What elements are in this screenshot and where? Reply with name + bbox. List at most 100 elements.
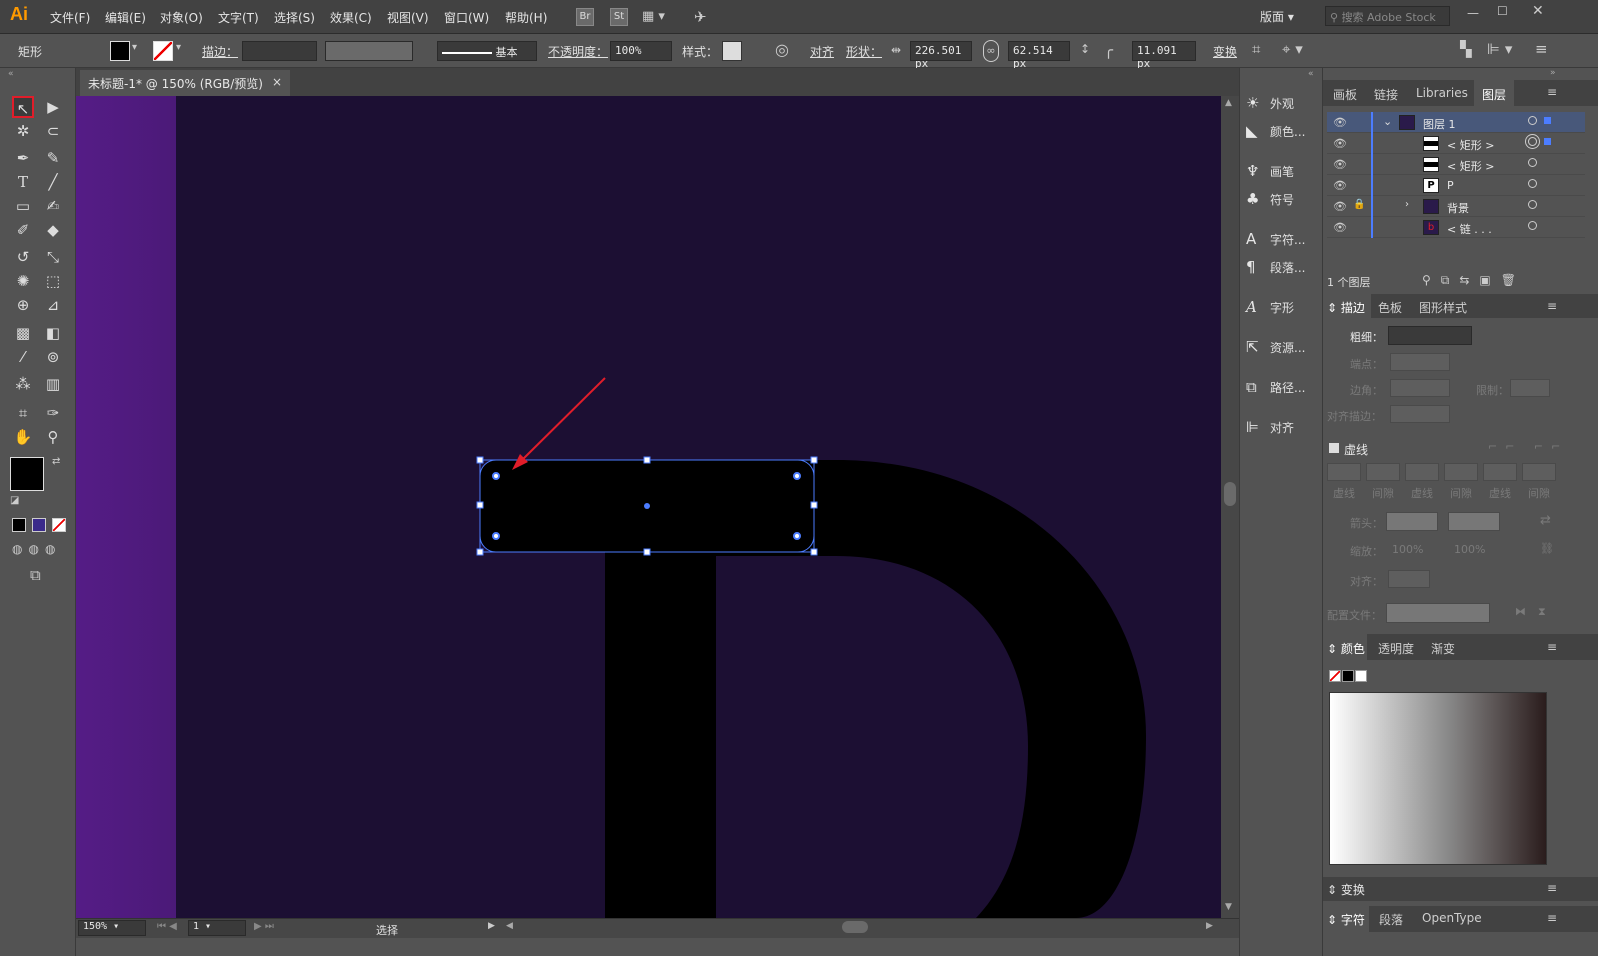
column-graph-tool-icon[interactable]: ▥ — [42, 373, 64, 395]
menu-object[interactable]: 对象(O) — [160, 9, 203, 26]
align-link[interactable]: 对齐 — [810, 43, 834, 60]
document-tab[interactable]: 未标题-1* @ 150% (RGB/预览) × — [80, 70, 290, 96]
shaper-tool-icon[interactable]: ✐ — [12, 219, 34, 241]
horizontal-scroll-thumb[interactable] — [842, 921, 868, 933]
scroll-up-icon[interactable]: ▲ — [1225, 98, 1232, 108]
visibility-eye-icon[interactable]: 👁 — [1333, 179, 1347, 192]
layers-menu-icon[interactable]: ≡ — [1547, 85, 1557, 99]
layer-row-6[interactable]: 👁 b < 链 . . . — [1327, 217, 1585, 238]
link-scale-icon[interactable]: ⛓ — [1540, 542, 1554, 555]
slice-tool-icon[interactable]: ✑ — [42, 402, 64, 424]
tab-layers[interactable]: 图层 — [1482, 86, 1506, 103]
color-spectrum[interactable] — [1329, 692, 1547, 865]
start-arrowhead-select[interactable] — [1386, 512, 1438, 531]
tab-transform[interactable]: ⇕ 变换 — [1327, 881, 1365, 898]
close-window-button[interactable]: ✕ — [1532, 3, 1544, 19]
gpu-performance-icon[interactable]: ✈ — [694, 8, 707, 26]
width-input[interactable]: 226.501 px — [910, 41, 972, 70]
dash-input-1[interactable] — [1327, 463, 1361, 481]
align-arrow-buttons[interactable] — [1388, 570, 1430, 588]
free-transform-tool-icon[interactable]: ⬚ — [42, 270, 64, 292]
isolate-icon[interactable]: ⌗ — [1252, 40, 1260, 58]
rectangle-tool-icon[interactable]: ▭ — [12, 195, 34, 217]
shape-link[interactable]: 形状： — [846, 43, 882, 60]
tab-libraries[interactable]: Libraries — [1416, 86, 1468, 100]
menu-select[interactable]: 选择(S) — [274, 9, 315, 26]
corner-radius-input[interactable]: 11.091 px — [1132, 41, 1196, 70]
opacity-input[interactable]: 100% — [610, 41, 672, 61]
stroke-label[interactable]: 描边： — [202, 43, 238, 60]
target-circle-icon[interactable] — [1528, 116, 1537, 125]
pathfinder-panel-button[interactable]: ⧉ 路径... — [1246, 378, 1305, 396]
recolor-artwork-icon[interactable]: ◎ — [775, 40, 789, 59]
line-tool-icon[interactable]: ╱ — [42, 171, 64, 193]
tab-gradient[interactable]: 渐变 — [1431, 640, 1455, 657]
symbols-panel-button[interactable]: ♣ 符号 — [1246, 190, 1294, 208]
close-tab-icon[interactable]: × — [272, 75, 282, 89]
default-colors-icon[interactable]: ◪ — [10, 495, 19, 506]
expand-chevron-icon[interactable]: ⌄ — [1383, 115, 1392, 128]
stroke-dropdown-icon[interactable]: ▾ — [176, 42, 181, 53]
selection-square-icon[interactable] — [1544, 117, 1551, 124]
paintbrush-tool-icon[interactable]: ✍ — [42, 195, 64, 217]
tab-stroke[interactable]: ⇕ 描边 — [1327, 299, 1365, 316]
mesh-tool-icon[interactable]: ▩ — [12, 322, 34, 344]
collapse-dock-icon[interactable]: « — [1308, 69, 1314, 79]
scale-tool-icon[interactable]: ⤡ — [42, 246, 64, 268]
assets-panel-button[interactable]: ⇱ 资源... — [1246, 338, 1305, 356]
object-name[interactable]: 背景 — [1447, 200, 1469, 216]
none-swatch[interactable] — [1329, 670, 1341, 682]
artboard-nav-next-icon[interactable]: ▶ ⏭ — [254, 921, 274, 932]
object-name[interactable]: P — [1447, 179, 1454, 192]
swap-colors-icon[interactable]: ⇄ — [52, 456, 60, 467]
workspace-switcher[interactable]: 版面 ▾ — [1260, 8, 1294, 25]
direct-selection-tool-icon[interactable]: ▶ — [42, 96, 64, 118]
artboard-tool-icon[interactable]: ⌗ — [12, 402, 34, 424]
brush-definition[interactable]: 基本 — [437, 41, 537, 61]
target-circle-icon[interactable] — [1528, 221, 1537, 230]
gap-input-1[interactable] — [1366, 463, 1400, 481]
target-circle-icon[interactable] — [1528, 200, 1537, 209]
rotate-tool-icon[interactable]: ↺ — [12, 246, 34, 268]
type-tool-icon[interactable]: T — [12, 171, 34, 193]
constrain-proportions-icon[interactable]: ∞ — [983, 40, 999, 62]
start-scale-value[interactable]: 100% — [1392, 543, 1423, 556]
menu-type[interactable]: 文字(T) — [218, 9, 259, 26]
collapse-right-dock-icon[interactable]: » — [1550, 68, 1556, 78]
visibility-eye-icon[interactable]: 👁 — [1333, 116, 1347, 129]
artboard-nav-prev-icon[interactable]: ⏮ ◀ — [157, 921, 177, 932]
layers-footer-icons[interactable]: ⚲⧉⇆▣🗑 — [1422, 273, 1526, 288]
object-name[interactable]: < 矩形 > — [1447, 137, 1494, 153]
corner-buttons[interactable] — [1390, 379, 1450, 397]
visibility-eye-icon[interactable]: 👁 — [1333, 137, 1347, 150]
selection-tool-icon[interactable]: ↖ — [12, 96, 34, 118]
cap-buttons[interactable] — [1390, 353, 1450, 371]
gap-input-3[interactable] — [1522, 463, 1556, 481]
blend-tool-icon[interactable]: ⊚ — [42, 346, 64, 368]
dash-input-3[interactable] — [1483, 463, 1517, 481]
magic-wand-tool-icon[interactable]: ✲ — [12, 120, 34, 142]
graphic-style-swatch[interactable] — [722, 41, 742, 61]
align-panel-button[interactable]: ⊫ 对齐 — [1246, 418, 1294, 436]
curvature-tool-icon[interactable]: ✎ — [42, 147, 64, 169]
tab-opentype[interactable]: OpenType — [1422, 911, 1482, 925]
appearance-panel-button[interactable]: ☀ 外观 — [1246, 94, 1294, 112]
menu-help[interactable]: 帮助(H) — [505, 9, 547, 26]
expand-arrow-icon[interactable]: › — [1405, 199, 1409, 210]
visibility-eye-icon[interactable]: 👁 — [1333, 221, 1347, 234]
visibility-eye-icon[interactable]: 👁 — [1333, 200, 1347, 213]
status-menu-icon[interactable]: ▶ — [488, 921, 495, 931]
target-selected-icon[interactable] — [1528, 137, 1537, 146]
menu-file[interactable]: 文件(F) — [50, 9, 90, 26]
edit-group-icon[interactable]: ⌖ ▾ — [1282, 40, 1303, 58]
paragraph-panel-button[interactable]: ¶ 段落... — [1246, 258, 1305, 276]
transform-menu-icon[interactable]: ≡ — [1547, 881, 1557, 895]
gap-input-2[interactable] — [1444, 463, 1478, 481]
zoom-tool-icon[interactable]: ⚲ — [42, 426, 64, 448]
layer-name[interactable]: 图层 1 — [1423, 116, 1456, 132]
drawing-modes-icon[interactable]: ◍◍◍ — [12, 542, 61, 556]
layer-row-3[interactable]: 👁 < 矩形 > — [1327, 154, 1585, 175]
layer-row-5[interactable]: 👁 🔒 › 背景 — [1327, 196, 1585, 217]
tab-artboards[interactable]: 画板 — [1333, 86, 1357, 103]
layer-row-2[interactable]: 👁 < 矩形 > — [1327, 133, 1585, 154]
